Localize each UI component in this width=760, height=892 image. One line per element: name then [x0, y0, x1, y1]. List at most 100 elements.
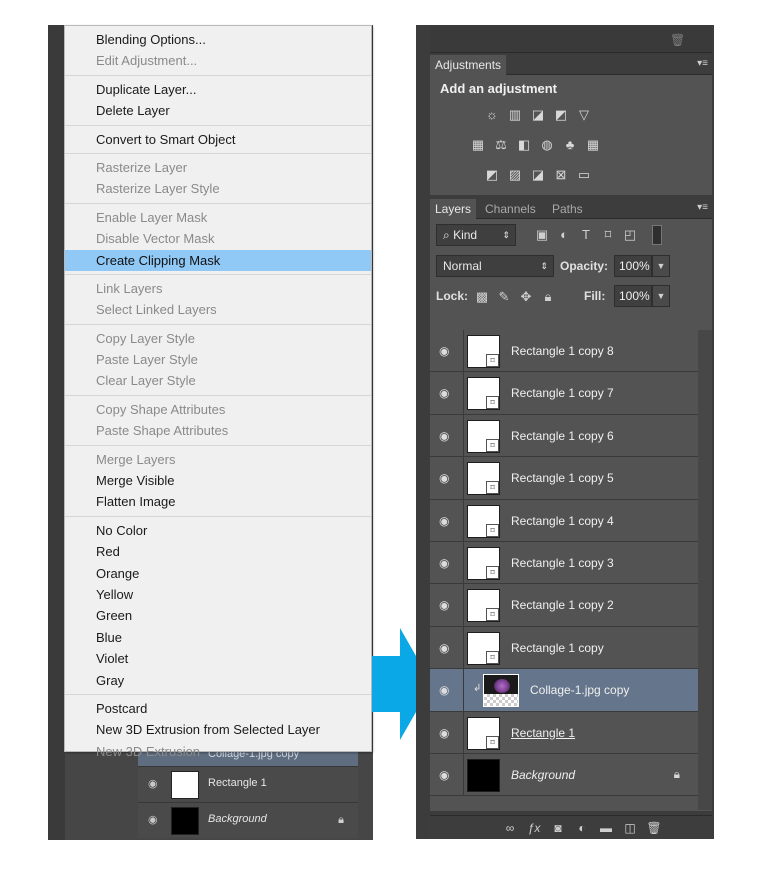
eye-icon[interactable]: ◉	[439, 641, 449, 655]
visibility-toggle[interactable]: ◉	[430, 542, 464, 584]
layer-row[interactable]: ◉ ⌑ Rectangle 1 copy 2	[430, 584, 698, 627]
link-layers-icon[interactable]: ∞	[502, 820, 518, 836]
photo-filter-icon[interactable]: ◍	[539, 137, 555, 152]
black-white-icon[interactable]: ◧	[516, 137, 532, 152]
opacity-dropdown-icon[interactable]: ▼	[652, 255, 670, 277]
menu-item-orange[interactable]: Orange	[65, 563, 371, 584]
eye-icon[interactable]: ◉	[439, 386, 449, 400]
visibility-toggle[interactable]: ◉	[430, 330, 464, 372]
panel-menu-icon[interactable]: ▾≡	[697, 58, 708, 69]
layer-row[interactable]: ◉ ⌑ Rectangle 1 copy 3	[430, 542, 698, 585]
menu-item-new-3d-extrusion-from-selected-layer[interactable]: New 3D Extrusion from Selected Layer	[65, 719, 371, 740]
eye-icon[interactable]: ◉	[439, 726, 449, 740]
menu-item-blue[interactable]: Blue	[65, 627, 371, 648]
visibility-toggle[interactable]: ◉	[430, 499, 464, 541]
layer-row[interactable]: ◉ ⌑ Rectangle 1 copy 4	[430, 499, 698, 542]
eye-icon[interactable]: ◉	[439, 556, 449, 570]
new-layer-icon[interactable]: ◫	[622, 820, 638, 836]
menu-item-duplicate-layer[interactable]: Duplicate Layer...	[65, 79, 371, 100]
visibility-toggle[interactable]: ◉	[430, 754, 464, 796]
menu-item-red[interactable]: Red	[65, 541, 371, 562]
menu-item-merge-visible[interactable]: Merge Visible	[65, 470, 371, 491]
new-group-icon[interactable]: ▬	[598, 820, 614, 836]
brightness-contrast-icon[interactable]: ☼	[484, 107, 500, 122]
visibility-toggle[interactable]: ◉	[430, 584, 464, 626]
layer-row[interactable]: ◉ ⌑ Rectangle 1 copy	[430, 626, 698, 670]
levels-icon[interactable]: ▥	[507, 107, 523, 122]
lock-image-icon[interactable]: ✎	[496, 289, 512, 305]
curves-icon[interactable]: ◪	[530, 107, 546, 122]
left-layer-row-background[interactable]: ◉ Background 🔒︎	[138, 802, 358, 838]
layer-row[interactable]: ◉ ⌑ Rectangle 1 copy 6	[430, 414, 698, 458]
tab-paths[interactable]: Paths	[547, 199, 588, 219]
add-mask-icon[interactable]: ◙	[550, 820, 566, 836]
blend-mode-select[interactable]: Normal ⇕	[436, 255, 554, 277]
eye-icon[interactable]: ◉	[439, 471, 449, 485]
visibility-toggle[interactable]: ◉	[430, 372, 464, 414]
shape-filter-icon[interactable]: ⌑	[600, 227, 616, 243]
filter-kind-select[interactable]: ⌕ Kind ⇕	[436, 224, 516, 246]
menu-item-violet[interactable]: Violet	[65, 648, 371, 669]
menu-item-blending-options[interactable]: Blending Options...	[65, 29, 371, 50]
menu-item-flatten-image[interactable]: Flatten Image	[65, 491, 371, 512]
vibrance-icon[interactable]: ▽	[576, 107, 592, 122]
visibility-toggle[interactable]: ◉	[430, 626, 464, 669]
new-adjustment-icon[interactable]: ◐	[574, 820, 590, 836]
visibility-toggle[interactable]: ◉	[430, 669, 464, 711]
hue-saturation-icon[interactable]: ▦	[470, 137, 486, 152]
threshold-icon[interactable]: ◪	[530, 167, 546, 182]
posterize-icon[interactable]: ▨	[507, 167, 523, 182]
selective-color-icon[interactable]: ⊠	[553, 167, 569, 182]
visibility-toggle[interactable]: ◉	[430, 711, 464, 753]
opacity-input[interactable]: 100%	[614, 255, 652, 277]
layer-row[interactable]: ◉ ⌑ Rectangle 1 copy 8	[430, 330, 698, 373]
layers-scrollbar[interactable]	[698, 330, 712, 810]
filter-toggle[interactable]	[652, 225, 662, 245]
left-layer-row-rectangle[interactable]: ◉ Rectangle 1	[138, 766, 358, 802]
layer-row[interactable]: ◉ ↲ Collage-1.jpg copy	[430, 669, 698, 712]
eye-icon[interactable]: ◉	[439, 768, 449, 782]
invert-icon[interactable]: ◩	[484, 167, 500, 182]
tab-channels[interactable]: Channels	[480, 199, 541, 219]
tab-layers[interactable]: Layers	[430, 199, 477, 219]
lock-all-icon[interactable]: 🔒︎	[540, 289, 556, 305]
delete-layer-icon[interactable]: 🗑︎	[646, 820, 662, 836]
panel-menu-icon[interactable]: ▾≡	[697, 202, 708, 213]
eye-icon[interactable]: ◉	[148, 814, 160, 826]
fill-dropdown-icon[interactable]: ▼	[652, 285, 670, 307]
eye-icon[interactable]: ◉	[439, 429, 449, 443]
menu-item-yellow[interactable]: Yellow	[65, 584, 371, 605]
visibility-toggle[interactable]: ◉	[430, 457, 464, 499]
eye-icon[interactable]: ◉	[148, 778, 160, 790]
layer-row[interactable]: ◉ Background 🔒︎	[430, 754, 698, 797]
fx-icon[interactable]: ƒx	[526, 820, 542, 836]
menu-item-delete-layer[interactable]: Delete Layer	[65, 100, 371, 121]
gradient-map-icon[interactable]: ▭	[576, 167, 592, 182]
channel-mixer-icon[interactable]: ♣	[562, 137, 578, 152]
color-lookup-icon[interactable]: ▦	[585, 137, 601, 152]
lock-transparent-icon[interactable]: ▩	[474, 289, 490, 305]
pixel-filter-icon[interactable]: ▣	[534, 227, 550, 243]
menu-item-create-clipping-mask[interactable]: Create Clipping Mask	[65, 249, 371, 271]
menu-item-convert-to-smart-object[interactable]: Convert to Smart Object	[65, 129, 371, 150]
lock-position-icon[interactable]: ✥	[518, 289, 534, 305]
tab-adjustments[interactable]: Adjustments	[430, 55, 507, 75]
menu-item-no-color[interactable]: No Color	[65, 520, 371, 541]
eye-icon[interactable]: ◉	[439, 598, 449, 612]
eye-icon[interactable]: ◉	[439, 683, 449, 697]
layer-row[interactable]: ◉ ⌑ Rectangle 1	[430, 711, 698, 754]
layer-row[interactable]: ◉ ⌑ Rectangle 1 copy 5	[430, 457, 698, 500]
layer-row[interactable]: ◉ ⌑ Rectangle 1 copy 7	[430, 372, 698, 415]
menu-item-postcard[interactable]: Postcard	[65, 698, 371, 719]
fill-input[interactable]: 100%	[614, 285, 652, 307]
menu-item-gray[interactable]: Gray	[65, 670, 371, 691]
exposure-icon[interactable]: ◩	[553, 107, 569, 122]
smart-object-filter-icon[interactable]: ◰	[622, 227, 638, 243]
menu-item-green[interactable]: Green	[65, 605, 371, 626]
eye-icon[interactable]: ◉	[439, 344, 449, 358]
adjustment-filter-icon[interactable]: ◐	[556, 227, 572, 243]
color-balance-icon[interactable]: ⚖	[493, 137, 509, 152]
visibility-toggle[interactable]: ◉	[430, 414, 464, 457]
trash-icon[interactable]: 🗑︎	[670, 33, 685, 47]
eye-icon[interactable]: ◉	[439, 514, 449, 528]
